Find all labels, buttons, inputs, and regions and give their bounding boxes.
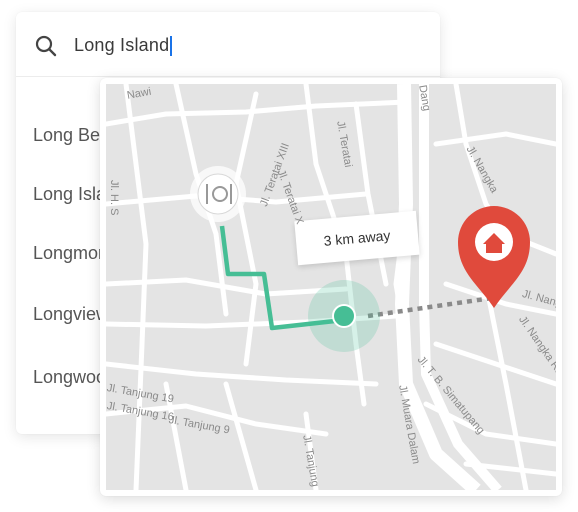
search-icon [35,35,57,57]
map-card: 3 km away Jl. H. S Jl. Teratai XIII Jl. … [100,78,562,496]
text-cursor [170,36,173,57]
street-label: Jl. H. S [108,180,120,216]
distance-label: 3 km away [322,227,392,249]
search-query: Long Island [74,35,170,55]
search-input[interactable]: Long Island [74,30,173,60]
restaurant-icon[interactable] [190,166,246,222]
search-bar[interactable]: Long Island [16,12,440,77]
remaining-path [367,295,493,319]
street-map [106,84,556,490]
map-view[interactable]: 3 km away Jl. H. S Jl. Teratai XIII Jl. … [106,84,556,490]
suggestion-item[interactable]: Longview [33,303,109,325]
current-location-dot[interactable] [332,304,356,328]
